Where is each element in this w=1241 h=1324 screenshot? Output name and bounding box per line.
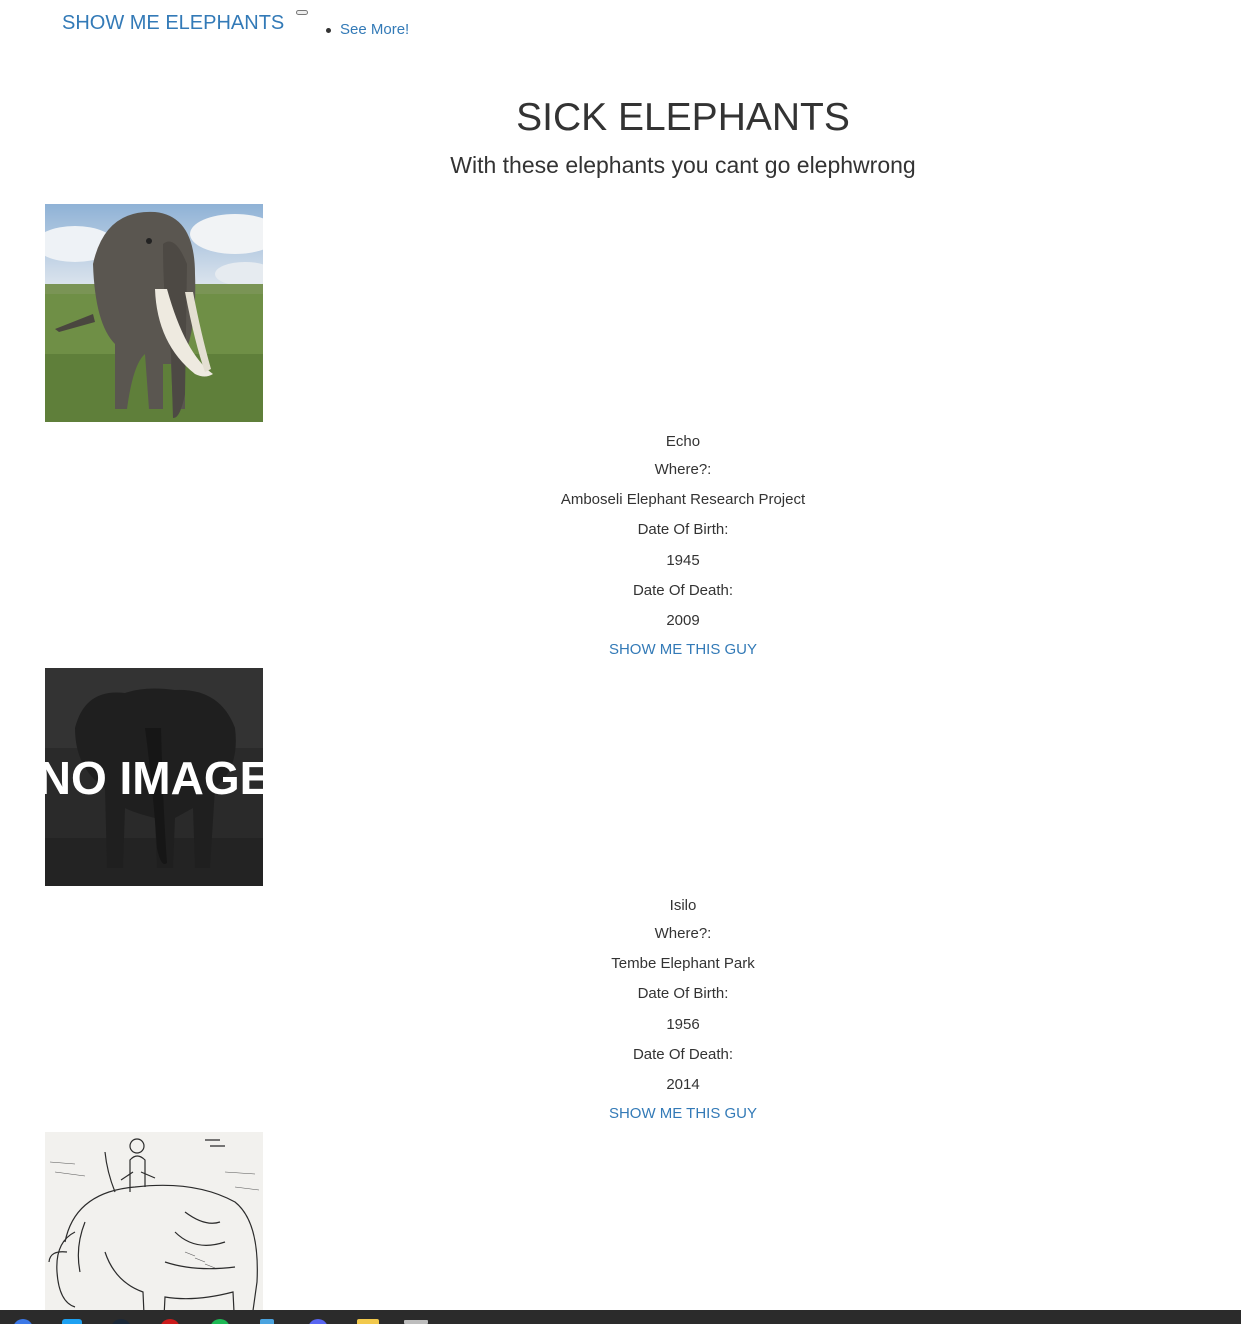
where-label: Where?: [654,461,712,478]
show-guy-button[interactable]: SHOW ME THIS GUY [609,1105,757,1122]
elephant-name: Isilo [669,897,697,914]
dob-value: 1956 [666,1016,700,1033]
elephant-sketch [45,1132,263,1310]
navbar: SHOW ME ELEPHANTS See More! [0,0,1241,50]
dod-label: Date Of Death: [632,1046,734,1063]
chrome-icon[interactable] [13,1319,33,1324]
where-value: Tembe Elephant Park [611,955,755,972]
dod-label: Date Of Death: [632,582,734,599]
dob-label: Date Of Birth: [637,985,729,1002]
dob-label: Date Of Birth: [637,521,729,538]
see-more-link[interactable]: See More! [340,21,409,39]
opera-icon[interactable] [160,1319,180,1324]
elephant-card [0,1132,1241,1310]
steam-icon[interactable] [111,1319,131,1324]
sticky-notes-icon[interactable] [357,1319,379,1324]
dob-value: 1945 [666,552,700,569]
page-subtitle: With these elephants you cant go elephwr… [450,152,916,178]
notes-icon[interactable] [260,1319,274,1324]
nav-item-see-more: See More! [326,21,409,39]
where-value: Amboseli Elephant Research Project [560,491,806,508]
page-title: SICK ELEPHANTS [516,96,850,139]
show-guy-button[interactable]: SHOW ME THIS GUY [609,641,757,658]
dod-value: 2014 [666,1076,700,1093]
brand-link[interactable]: SHOW ME ELEPHANTS [62,11,284,35]
navbar-toggle-button[interactable] [296,10,308,15]
taskbar [0,1310,1241,1324]
where-label: Where?: [654,925,712,942]
window-icon[interactable] [404,1320,428,1324]
elephant-name: Echo [665,433,701,450]
no-image-placeholder: NO IMAGE [45,668,263,886]
elephant-card: NO IMAGE Isilo Where?: Tembe Elephant Pa… [0,668,1241,1128]
spotify-icon[interactable] [210,1319,230,1324]
nav-list: See More! [326,21,409,39]
elephant-photo [45,204,263,422]
twitter-icon[interactable] [62,1319,82,1324]
no-image-text: NO IMAGE [45,752,263,804]
elephant-card: Echo Where?: Amboseli Elephant Research … [0,204,1241,664]
bullet-icon [326,27,331,33]
dod-value: 2009 [666,612,700,629]
discord-icon[interactable] [308,1319,328,1324]
